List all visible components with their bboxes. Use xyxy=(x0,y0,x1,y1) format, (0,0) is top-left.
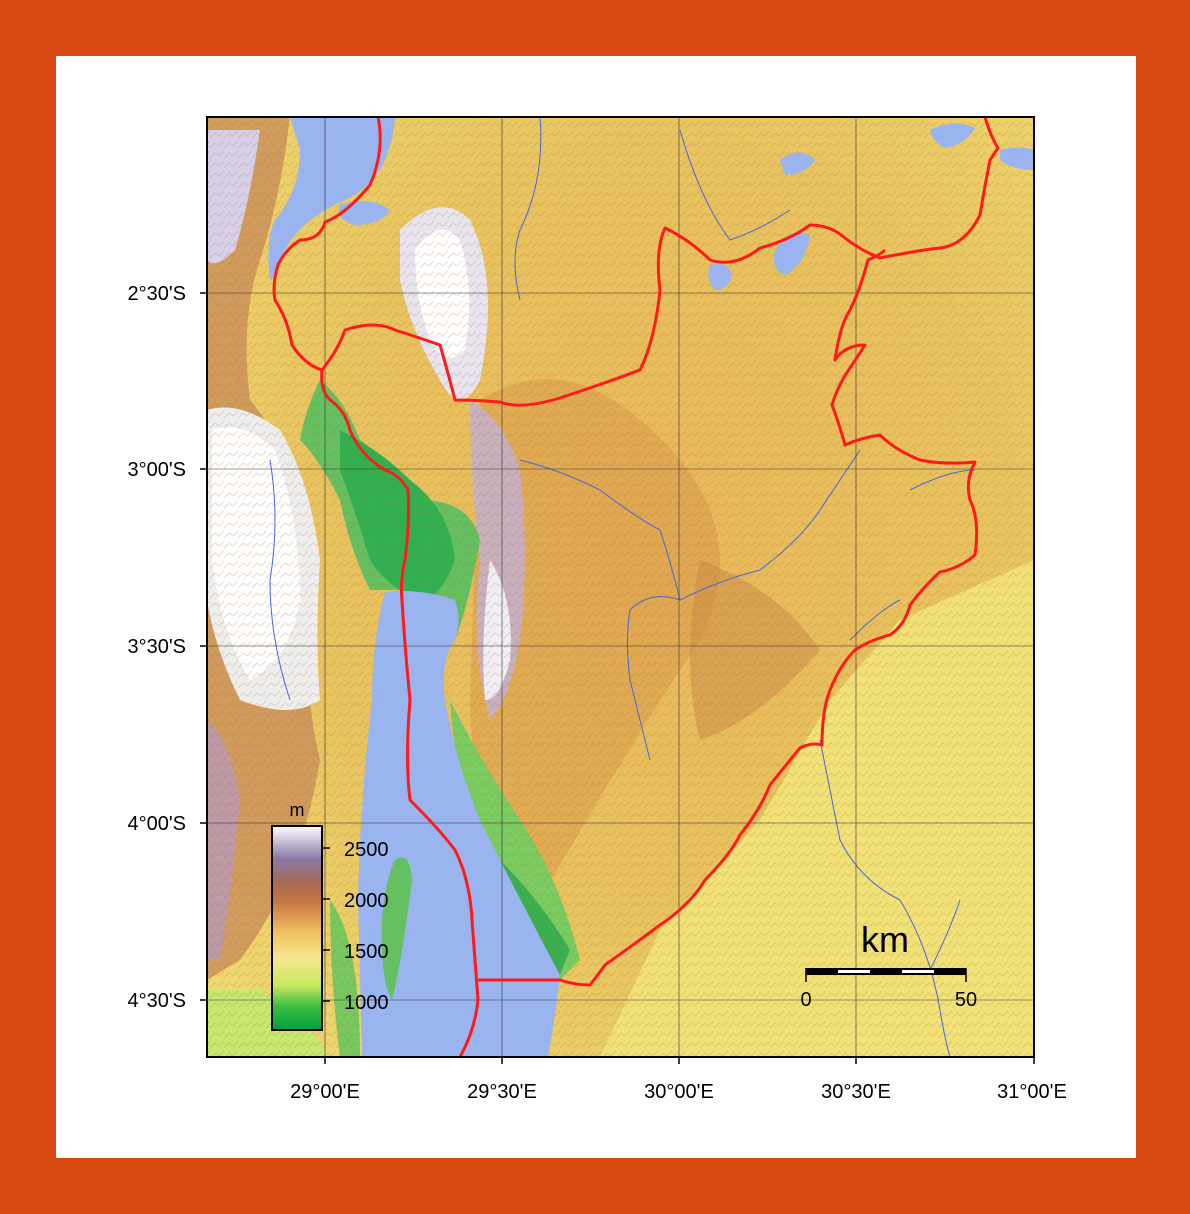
lat-label-2-30: 2°30'S xyxy=(127,283,186,305)
lat-label-4-00: 4°00'S xyxy=(127,813,186,835)
lat-label-3-00: 3°00'S xyxy=(127,459,186,481)
lat-label-4-30: 4°30'S xyxy=(127,990,186,1012)
scale-unit: km xyxy=(861,919,909,960)
terrain-layer xyxy=(207,117,1034,1057)
lon-label-29-30: 29°30'E xyxy=(467,1081,537,1103)
elevation-unit: m xyxy=(290,800,305,820)
scale-end-label: 50 xyxy=(955,989,977,1011)
elevation-tick-1500: 1500 xyxy=(344,941,389,963)
elevation-tick-1000: 1000 xyxy=(344,992,389,1014)
lon-label-29-00: 29°00'E xyxy=(290,1081,360,1103)
scale-start-label: 0 xyxy=(800,989,811,1011)
elevation-tick-2000: 2000 xyxy=(344,890,389,912)
elevation-colorbar xyxy=(271,825,323,1031)
lon-label-30-00: 30°00'E xyxy=(644,1081,714,1103)
lat-label-3-30: 3°30'S xyxy=(127,636,186,658)
lon-label-31-00: 31°00'E xyxy=(997,1081,1067,1103)
lon-label-30-30: 30°30'E xyxy=(821,1081,891,1103)
elevation-tick-2500: 2500 xyxy=(344,839,389,861)
burundi-physical-map: 2°30'S 3°00'S 3°30'S 4°00'S 4°30'S 29°00… xyxy=(127,116,1067,1103)
